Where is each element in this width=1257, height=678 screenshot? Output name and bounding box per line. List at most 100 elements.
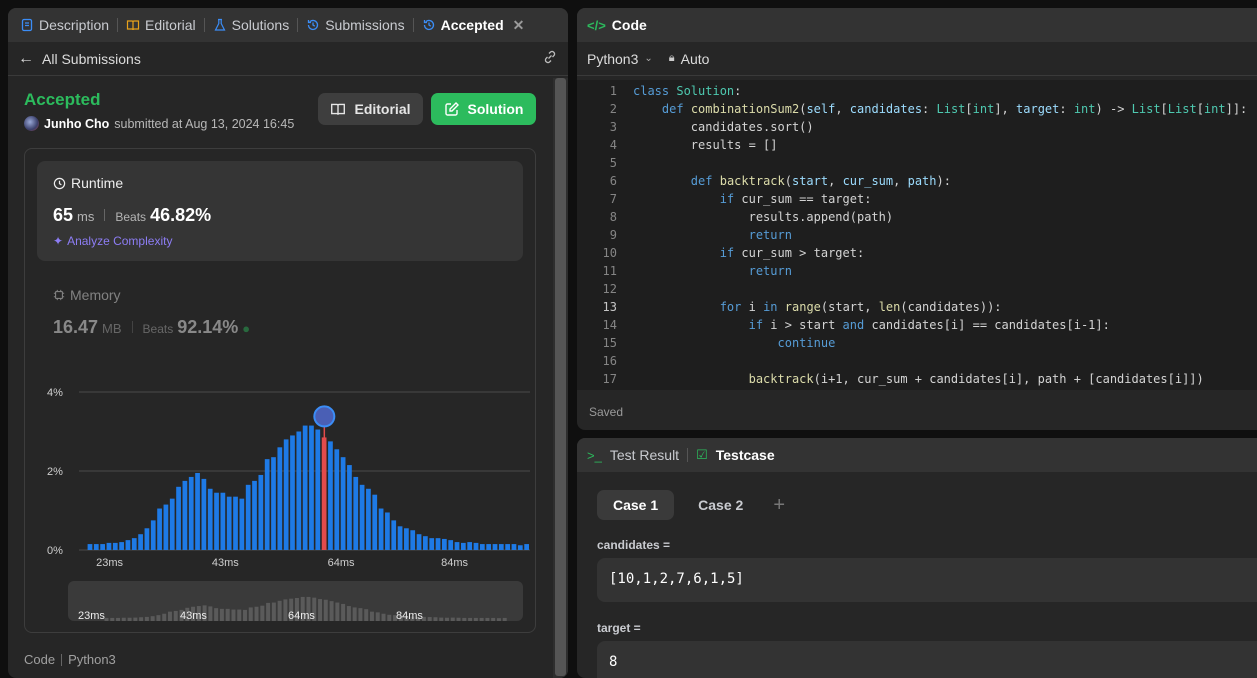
chart-bar[interactable] xyxy=(271,457,276,550)
tab-testcase[interactable]: Testcase xyxy=(716,447,775,463)
back-link[interactable]: All Submissions xyxy=(42,51,141,67)
chart-bar[interactable] xyxy=(492,544,498,550)
tab-editorial[interactable]: Editorial xyxy=(120,8,202,42)
chart-bar[interactable] xyxy=(252,480,257,550)
chart-bar[interactable] xyxy=(511,544,517,550)
chart-bar[interactable] xyxy=(138,534,143,550)
chart-bar[interactable] xyxy=(214,492,219,550)
arrow-left-icon[interactable]: ← xyxy=(18,50,34,68)
code-line[interactable]: return xyxy=(633,228,792,242)
chart-bar[interactable] xyxy=(220,492,226,550)
chart-bar[interactable] xyxy=(517,545,523,550)
chart-bar[interactable] xyxy=(195,472,200,550)
chart-bar[interactable] xyxy=(505,544,511,550)
chart-bar[interactable] xyxy=(334,449,340,550)
chart-bar[interactable] xyxy=(498,544,504,550)
chart-bar[interactable] xyxy=(340,457,346,550)
tab-solutions[interactable]: Solutions xyxy=(207,8,296,42)
language-select[interactable]: Python3 xyxy=(587,51,638,67)
chart-bar[interactable] xyxy=(410,530,416,550)
chart-bar[interactable] xyxy=(524,544,529,550)
chart-bar[interactable] xyxy=(283,439,289,550)
case-tab-1[interactable]: Case 1 xyxy=(597,490,675,520)
code-line[interactable]: def combinationSum2(self, candidates: Li… xyxy=(633,102,1247,116)
chart-bar[interactable] xyxy=(290,435,295,550)
chart-bar[interactable] xyxy=(416,534,422,550)
tab-description[interactable]: Description xyxy=(14,8,115,42)
chart-bar[interactable] xyxy=(277,447,283,550)
chart-bar[interactable] xyxy=(404,528,409,550)
chart-bar[interactable] xyxy=(486,544,492,550)
candidates-input[interactable]: [10,1,2,7,6,1,5] xyxy=(597,558,1257,602)
chart-bar[interactable] xyxy=(378,508,384,550)
chart-bar[interactable] xyxy=(479,544,485,550)
chart-bar[interactable] xyxy=(429,538,435,550)
analyze-complexity-link[interactable]: ✦ Analyze Complexity xyxy=(53,234,172,248)
chart-bar[interactable] xyxy=(163,504,169,550)
code-line[interactable]: results.append(path) xyxy=(633,210,894,224)
code-line[interactable]: continue xyxy=(633,336,836,350)
code-line[interactable]: if cur_sum > target: xyxy=(633,246,865,260)
chart-bar[interactable] xyxy=(315,429,321,550)
chart-bar[interactable] xyxy=(309,425,314,550)
chart-bar[interactable] xyxy=(226,496,232,550)
link-icon[interactable] xyxy=(542,49,558,68)
chart-bar[interactable] xyxy=(100,544,105,550)
chart-bar[interactable] xyxy=(423,536,428,550)
code-line[interactable]: def backtrack(start, cur_sum, path): xyxy=(633,174,951,188)
chart-bar[interactable] xyxy=(442,538,447,550)
tab-test-result[interactable]: Test Result xyxy=(610,447,679,463)
code-line[interactable]: if cur_sum == target: xyxy=(633,192,872,206)
code-line[interactable]: for i in range(start, len(candidates)): xyxy=(633,300,1002,314)
code-line[interactable]: if i > start and candidates[i] == candid… xyxy=(633,318,1110,332)
chart-bar[interactable] xyxy=(150,520,156,550)
chart-bar[interactable] xyxy=(473,542,479,550)
chart-bar[interactable] xyxy=(87,544,93,550)
scrollbar-thumb[interactable] xyxy=(555,78,566,676)
chart-bar[interactable] xyxy=(169,498,175,550)
chart-bar[interactable] xyxy=(258,474,264,550)
runtime-distribution-chart[interactable]: 4% 2% 0% 23ms 43ms 64ms 84ms xyxy=(25,374,537,584)
chart-bar[interactable] xyxy=(233,496,238,550)
target-input[interactable]: 8 xyxy=(597,641,1257,678)
tab-submissions[interactable]: Submissions xyxy=(300,8,410,42)
chart-bar[interactable] xyxy=(296,431,302,551)
runtime-box[interactable]: Runtime 65 ms Beats 46.82% ✦ Analyze Com… xyxy=(37,161,523,261)
close-icon[interactable]: ✕ xyxy=(513,17,525,34)
chart-bar[interactable] xyxy=(397,526,403,550)
chart-bar[interactable] xyxy=(201,478,207,550)
code-line[interactable]: candidates.sort() xyxy=(633,120,814,134)
chart-bar[interactable] xyxy=(188,476,194,550)
submitter-name[interactable]: Junho Cho xyxy=(44,117,109,131)
chart-bar[interactable] xyxy=(245,484,251,550)
chart-bar[interactable] xyxy=(385,512,390,550)
range-selector[interactable]: 23ms 43ms 64ms 84ms xyxy=(68,581,523,621)
code-editor[interactable]: 1 class Solution: 2 def combinationSum2(se… xyxy=(577,80,1257,390)
chart-bar[interactable] xyxy=(359,484,365,550)
chart-bar[interactable] xyxy=(467,542,473,550)
tab-accepted[interactable]: Accepted ✕ xyxy=(416,8,531,42)
editorial-button[interactable]: Editorial xyxy=(318,93,423,125)
chart-bar[interactable] xyxy=(264,459,270,550)
chart-bar[interactable] xyxy=(144,528,150,550)
chart-bar[interactable] xyxy=(207,488,213,550)
chart-bar[interactable] xyxy=(302,425,308,550)
chart-bar[interactable] xyxy=(157,508,162,550)
avatar[interactable] xyxy=(24,116,39,131)
chart-bar[interactable] xyxy=(131,538,137,550)
chart-bar[interactable] xyxy=(347,465,352,550)
chart-bar[interactable] xyxy=(391,520,397,550)
chevron-down-icon[interactable]: ⌄ xyxy=(644,53,652,64)
code-line[interactable]: results = [] xyxy=(633,138,778,152)
chart-bar[interactable] xyxy=(93,544,99,550)
chart-bar[interactable] xyxy=(435,538,441,550)
chart-bar[interactable] xyxy=(372,494,378,550)
chart-bar[interactable] xyxy=(239,498,245,550)
code-line[interactable]: class Solution: xyxy=(633,84,741,98)
scrollbar[interactable] xyxy=(553,78,568,678)
chart-bar[interactable] xyxy=(454,542,460,550)
chart-bar[interactable] xyxy=(366,488,371,550)
avatar-marker[interactable] xyxy=(313,405,336,428)
case-tab-2[interactable]: Case 2 xyxy=(682,490,759,520)
chart-bar[interactable] xyxy=(328,441,333,550)
